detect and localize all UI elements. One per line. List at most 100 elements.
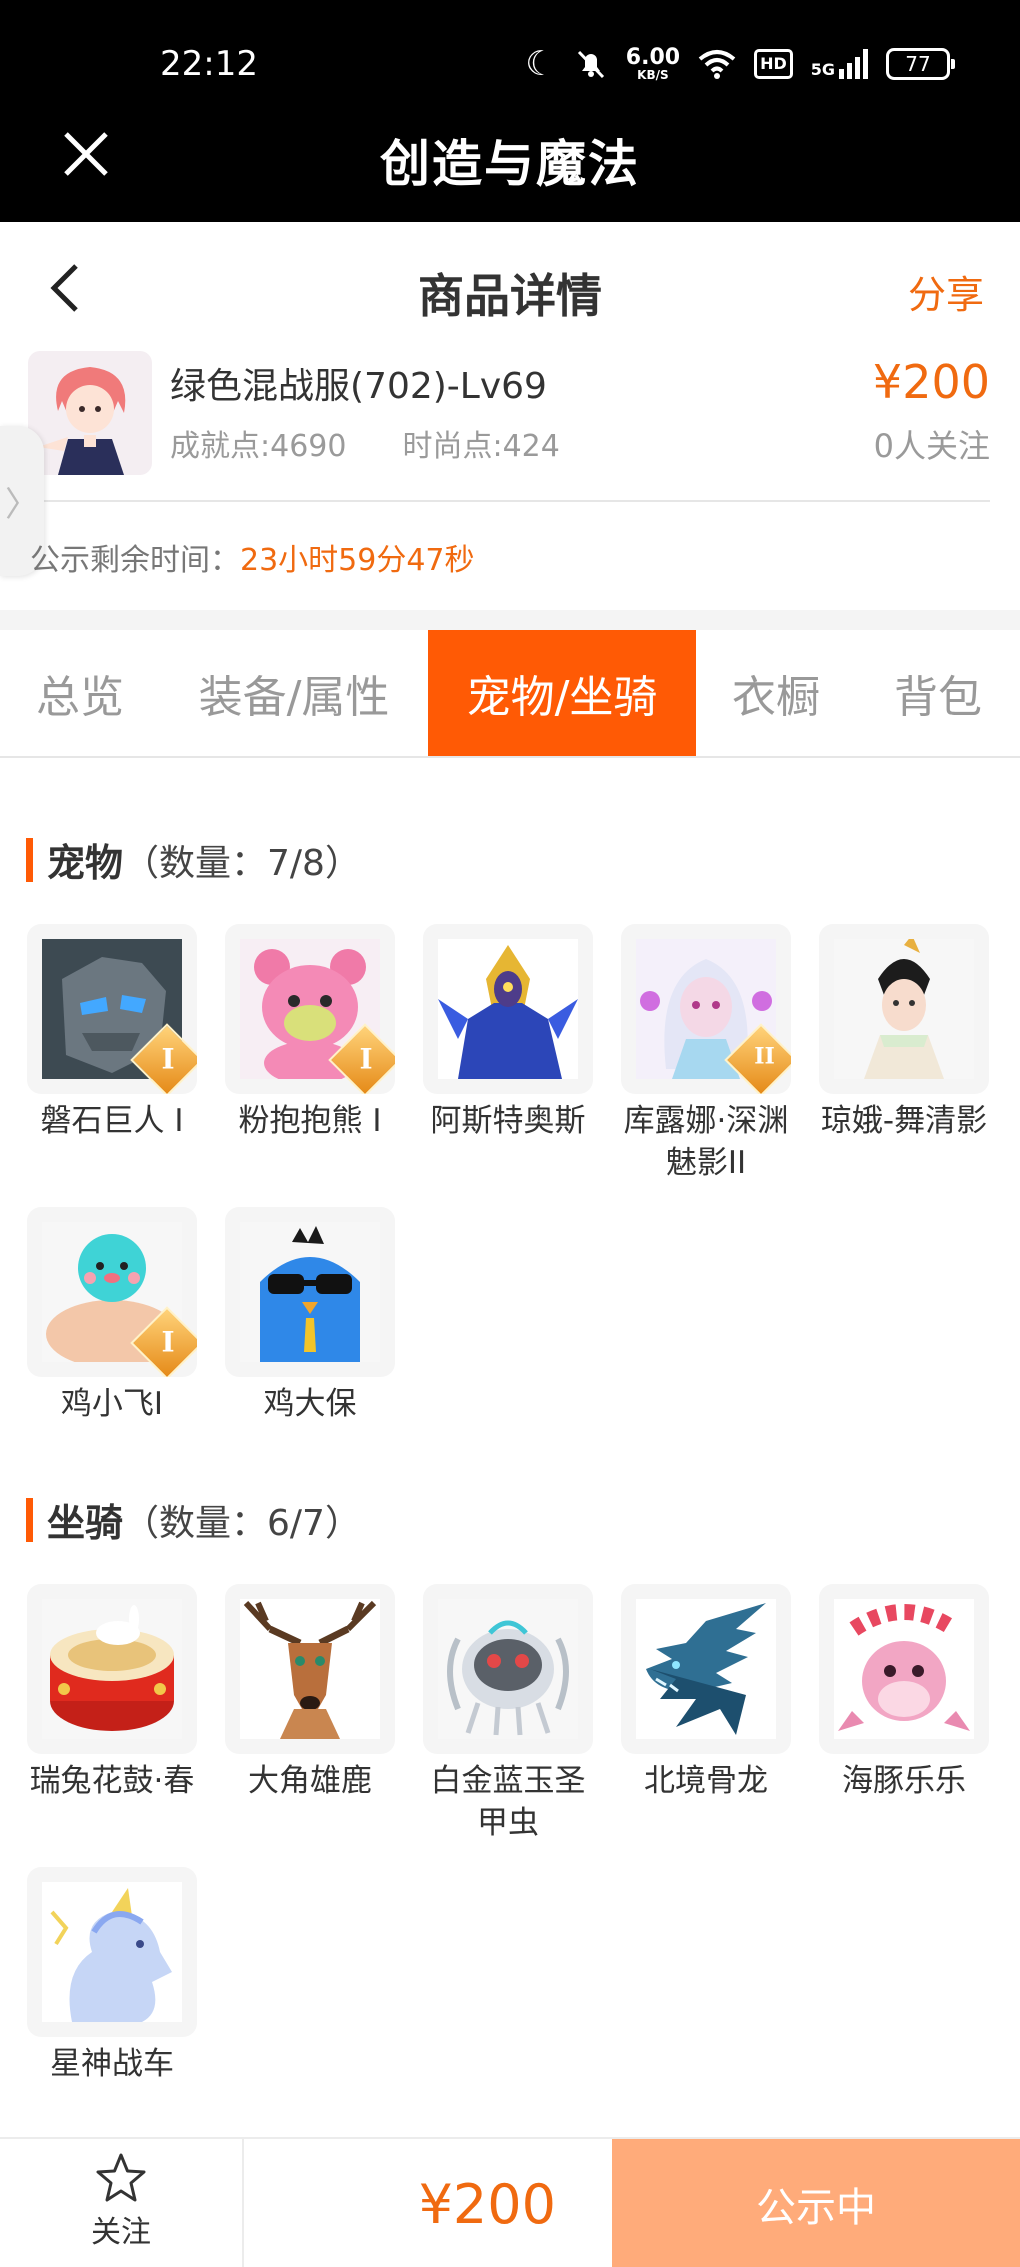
mount-item[interactable]: 海豚乐乐	[815, 1584, 993, 1802]
mount-item[interactable]: 星神战车	[23, 1867, 201, 2085]
pet-name: 阿斯特奥斯	[430, 1103, 586, 1139]
mount-thumbnail	[423, 1584, 593, 1754]
battery-icon: 77	[886, 48, 955, 80]
pet-item[interactable]: 阿斯特奥斯	[419, 924, 597, 1142]
tab-pets-mounts[interactable]: 宠物/坐骑	[428, 630, 696, 756]
mount-item[interactable]: 白金蓝玉圣甲虫	[419, 1584, 597, 1844]
mount-thumbnail	[225, 1584, 395, 1754]
bottom-action-bar: 关注 ¥200 公示中	[0, 2137, 1020, 2267]
pet-thumbnail: I	[27, 1207, 197, 1377]
pet-name: 磐石巨人 I	[40, 1103, 184, 1139]
mount-name: 海豚乐乐	[842, 1763, 966, 1799]
scarab-icon	[438, 1599, 578, 1739]
publicity-status-button[interactable]: 公示中	[612, 2139, 1020, 2267]
bone-dragon-icon	[636, 1599, 776, 1739]
pet-item[interactable]: II 库露娜·深渊魅影II	[617, 924, 795, 1184]
tier-label: II	[754, 1043, 775, 1070]
pet-thumbnail	[225, 1207, 395, 1377]
signal-icon	[839, 49, 868, 79]
page-header: 商品详情 分享	[0, 222, 1020, 352]
product-stats: 成就点:4690 时尚点:424	[170, 421, 560, 465]
pet-name: 库露娜·深渊魅影II	[623, 1103, 789, 1181]
product-name: 绿色混战服(702)-Lv69	[170, 366, 547, 407]
countdown: 公示剩余时间：23小时59分47秒	[30, 535, 475, 579]
hd-badge: HD	[754, 49, 793, 79]
pet-thumbnail: II	[621, 924, 791, 1094]
rabbit-drum-icon	[42, 1599, 182, 1739]
follow-button[interactable]: 关注	[0, 2139, 244, 2267]
mount-item[interactable]: 北境骨龙	[617, 1584, 795, 1802]
section-accent-bar	[26, 1497, 33, 1542]
mount-thumbnail	[27, 1584, 197, 1754]
pet-item[interactable]: I 鸡小飞I	[23, 1207, 201, 1425]
character-avatar	[28, 351, 152, 475]
app-title: 创造与魔法	[380, 135, 640, 193]
detail-tabs: 总览 装备/属性 宠物/坐骑 衣橱 背包	[0, 630, 1020, 758]
wifi-icon	[698, 50, 736, 79]
astraeus-icon	[438, 939, 578, 1079]
pet-item[interactable]: 鸡大保	[221, 1207, 399, 1425]
mount-name: 大角雄鹿	[248, 1763, 372, 1799]
network-speed: 6.00 KB/S	[625, 45, 681, 82]
pet-name: 鸡小飞I	[60, 1386, 164, 1422]
pet-thumbnail: I	[27, 924, 197, 1094]
star-chariot-icon	[42, 1882, 182, 2022]
mount-name: 瑞兔花鼓·春	[29, 1763, 195, 1799]
pet-thumbnail	[423, 924, 593, 1094]
battery-level: 77	[905, 52, 931, 76]
network-type: 5G	[811, 49, 868, 79]
pets-title: 宠物	[47, 841, 124, 885]
mount-name: 北境骨龙	[644, 1763, 768, 1799]
app-bar: 创造与魔法	[0, 110, 1020, 222]
status-time: 22:12	[160, 44, 258, 84]
network-type-label: 5G	[810, 60, 835, 79]
tab-wardrobe[interactable]: 衣橱	[696, 630, 856, 756]
follow-label: 关注	[91, 2215, 151, 2250]
mount-thumbnail	[819, 1584, 989, 1754]
pets-section-title: 宠物 （数量：7/8）	[26, 832, 361, 887]
bottom-price: ¥200	[418, 2172, 556, 2236]
tier-label: I	[161, 1325, 175, 1359]
blue-bird-icon	[240, 1222, 380, 1362]
status-icons: ☾ 6.00 KB/S HD 5G 77	[525, 44, 955, 84]
mount-name: 白金蓝玉圣甲虫	[430, 1763, 586, 1841]
divider	[30, 500, 990, 502]
network-speed-value: 6.00	[625, 45, 681, 70]
network-speed-unit: KB/S	[637, 68, 669, 82]
tab-overview[interactable]: 总览	[0, 630, 160, 756]
follower-count: 0人关注	[873, 427, 990, 465]
mount-item[interactable]: 大角雄鹿	[221, 1584, 399, 1802]
pet-thumbnail	[819, 924, 989, 1094]
mounts-section-title: 坐骑 （数量：6/7）	[26, 1492, 361, 1547]
countdown-value: 23小时59分47秒	[240, 543, 475, 578]
pet-name: 鸡大保	[263, 1386, 357, 1422]
section-accent-bar	[26, 837, 33, 882]
pet-item[interactable]: I 磐石巨人 I	[23, 924, 201, 1142]
moon-icon: ☾	[525, 44, 556, 84]
tab-backpack[interactable]: 背包	[856, 630, 1020, 756]
mount-item[interactable]: 瑞兔花鼓·春	[23, 1584, 201, 1802]
stag-icon	[240, 1599, 380, 1739]
mount-name: 星神战车	[50, 2046, 174, 2082]
mounts-title: 坐骑	[47, 1501, 124, 1545]
tab-equipment[interactable]: 装备/属性	[160, 630, 428, 756]
share-button[interactable]: 分享	[908, 264, 984, 319]
pet-thumbnail: I	[225, 924, 395, 1094]
section-separator	[0, 610, 1020, 630]
countdown-label: 公示剩余时间：	[30, 543, 240, 578]
qiong-e-icon	[834, 939, 974, 1079]
fashion-points: 时尚点:424	[402, 429, 560, 464]
product-summary: 绿色混战服(702)-Lv69 成就点:4690 时尚点:424 ¥200 0人…	[0, 345, 1020, 505]
page-title: 商品详情	[418, 269, 602, 323]
pet-name: 琼娥-舞清影	[820, 1103, 988, 1139]
star-outline-icon	[96, 2153, 146, 2202]
chevron-right-icon: 〉	[5, 484, 39, 525]
achievement-points: 成就点:4690	[170, 429, 347, 464]
mute-bell-icon	[577, 50, 604, 79]
mount-thumbnail	[27, 1867, 197, 2037]
pet-item[interactable]: I 粉抱抱熊 I	[221, 924, 399, 1142]
status-bar: 22:12 ☾ 6.00 KB/S HD 5G 77	[0, 0, 1020, 120]
tier-label: I	[359, 1042, 373, 1076]
pet-item[interactable]: 琼娥-舞清影	[815, 924, 993, 1142]
pets-count: （数量：7/8）	[123, 842, 361, 884]
